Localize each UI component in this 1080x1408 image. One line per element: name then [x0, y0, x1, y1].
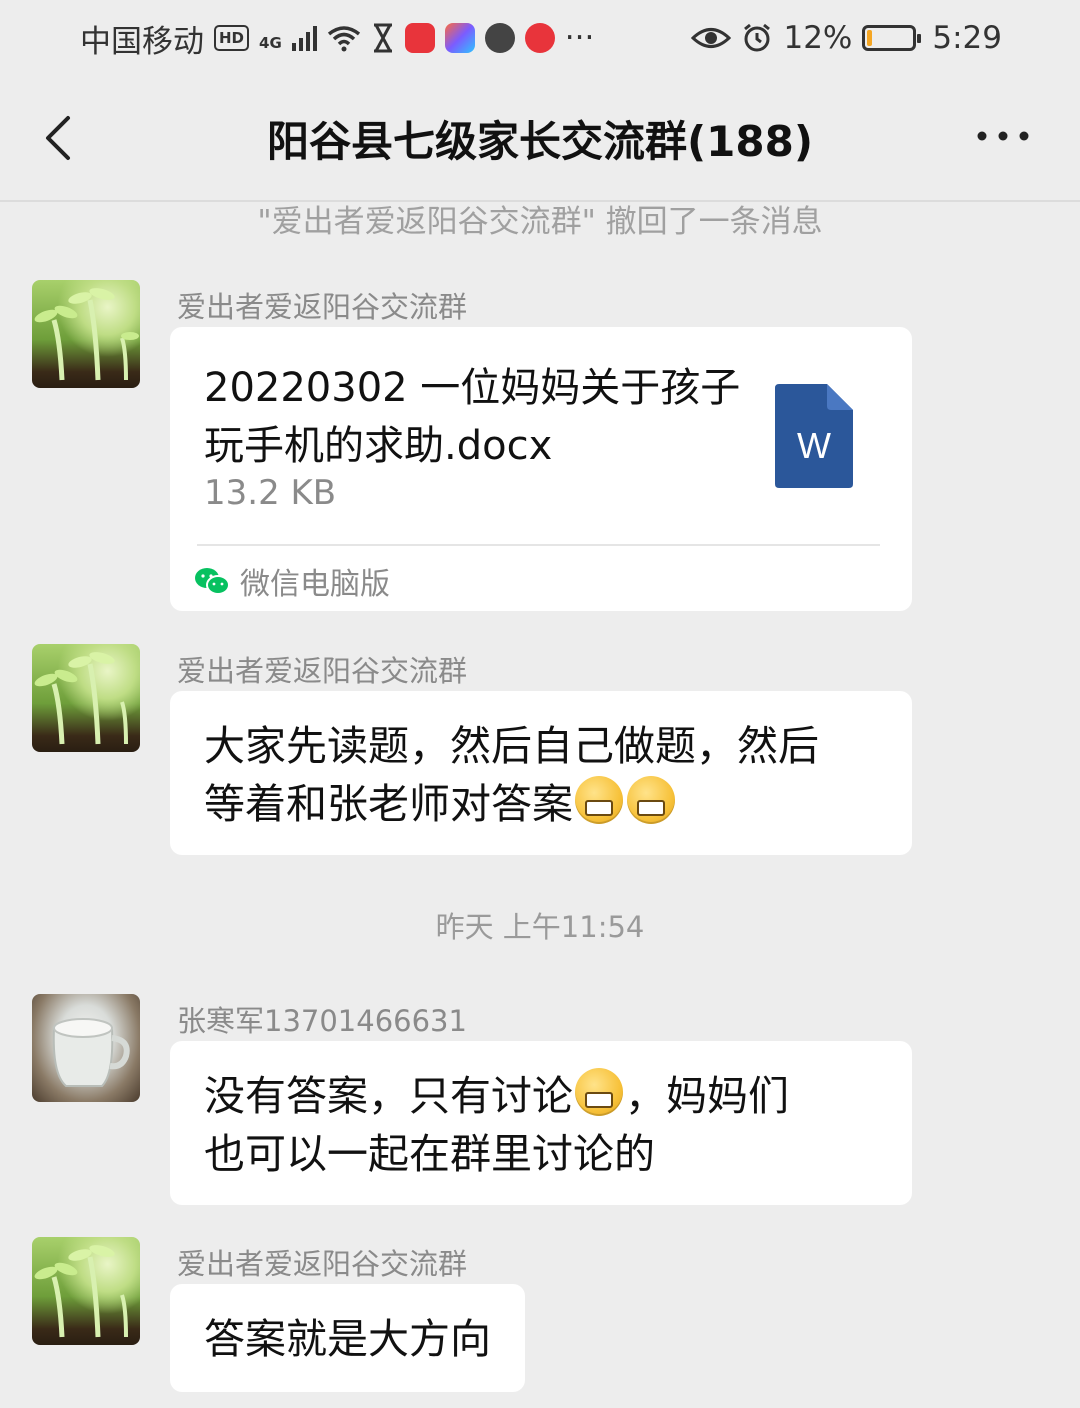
- browser-app-icon: [484, 23, 515, 53]
- wifi-icon: [327, 26, 360, 52]
- message-line: 没有答案，只有讨论 ，妈妈们: [204, 1067, 878, 1125]
- message-text: 等着和张老师对答案: [204, 780, 573, 828]
- alarm-icon: [744, 23, 771, 52]
- sprout-image: [34, 652, 128, 745]
- radio-app-icon: [524, 23, 555, 53]
- avatar[interactable]: [32, 280, 140, 388]
- status-bar: 中国移动 HD 4G ··· 12% 5:29: [0, 0, 1080, 76]
- file-card[interactable]: 20220302 一位妈妈关于孩子玩手机的求助.docx 13.2 KB W 微…: [170, 327, 912, 611]
- message-bubble[interactable]: 大家先读题，然后自己做题，然后 等着和张老师对答案: [170, 691, 912, 855]
- sender-name: 爱出者爱返阳谷交流群: [177, 1247, 468, 1281]
- word-icon-letter: W: [797, 425, 831, 466]
- message-text: 没有答案，只有讨论: [204, 1072, 573, 1120]
- signal-icon: [291, 25, 317, 51]
- avatar[interactable]: [32, 994, 140, 1102]
- grin-emoji-icon: [575, 776, 623, 824]
- message-text: 答案就是大方向: [204, 1315, 491, 1363]
- word-document-icon: W: [775, 384, 853, 488]
- message-line: 等着和张老师对答案: [204, 775, 878, 833]
- cup-image: [52, 1018, 130, 1087]
- card-divider: [197, 544, 880, 546]
- eye-icon: [691, 28, 732, 48]
- status-bar-right: 12% 5:29: [691, 20, 1002, 56]
- file-name: 20220302 一位妈妈关于孩子玩手机的求助.docx: [204, 365, 741, 469]
- message-line: 也可以一起在群里讨论的: [204, 1130, 655, 1178]
- carrier-label: 中国移动: [80, 23, 204, 60]
- message-bubble[interactable]: 答案就是大方向: [170, 1284, 525, 1392]
- chevron-left-icon[interactable]: [36, 112, 86, 162]
- sprout-image: [34, 288, 139, 381]
- battery-level-fill: [867, 30, 873, 46]
- file-source: 微信电脑版: [194, 559, 390, 603]
- recall-notice: "爱出者爱返阳谷交流群" 撤回了一条消息: [257, 204, 823, 236]
- books-app-icon: [404, 23, 435, 53]
- tools-app-icon: [444, 23, 475, 53]
- network-label: 4G: [259, 33, 282, 52]
- chat-title: 阳谷县七级家长交流群(188): [266, 116, 814, 166]
- grin-emoji-icon: [575, 1068, 623, 1116]
- sender-name: 张寒军13701466631: [177, 1004, 467, 1038]
- message-text: ，妈妈们: [625, 1072, 789, 1120]
- hd-icon: HD: [214, 25, 250, 51]
- battery-icon: [862, 25, 922, 51]
- status-bar-left: 中国移动 HD 4G ···: [80, 16, 594, 61]
- more-notifications-icon: ···: [564, 20, 595, 56]
- avatar[interactable]: [32, 644, 140, 752]
- clock: 5:29: [932, 20, 1002, 56]
- hourglass-icon: [373, 23, 392, 53]
- file-size: 13.2 KB: [204, 473, 337, 513]
- message-bubble[interactable]: 没有答案，只有讨论 ，妈妈们 也可以一起在群里讨论的: [170, 1041, 912, 1205]
- sender-name: 爱出者爱返阳谷交流群: [177, 290, 468, 324]
- avatar[interactable]: [32, 1237, 140, 1345]
- wechat-icon: [195, 568, 230, 595]
- message-line: 大家先读题，然后自己做题，然后: [204, 722, 819, 770]
- battery-percent: 12%: [783, 20, 853, 56]
- file-source-label: 微信电脑版: [240, 567, 390, 602]
- more-horizontal-icon[interactable]: [976, 126, 1030, 146]
- timestamp: 昨天 上午11:54: [435, 910, 645, 944]
- sprout-image: [34, 1245, 128, 1338]
- chat-header: 阳谷县七级家长交流群(188): [0, 76, 1080, 200]
- sender-name: 爱出者爱返阳谷交流群: [177, 654, 468, 688]
- grin-emoji-icon: [627, 776, 675, 824]
